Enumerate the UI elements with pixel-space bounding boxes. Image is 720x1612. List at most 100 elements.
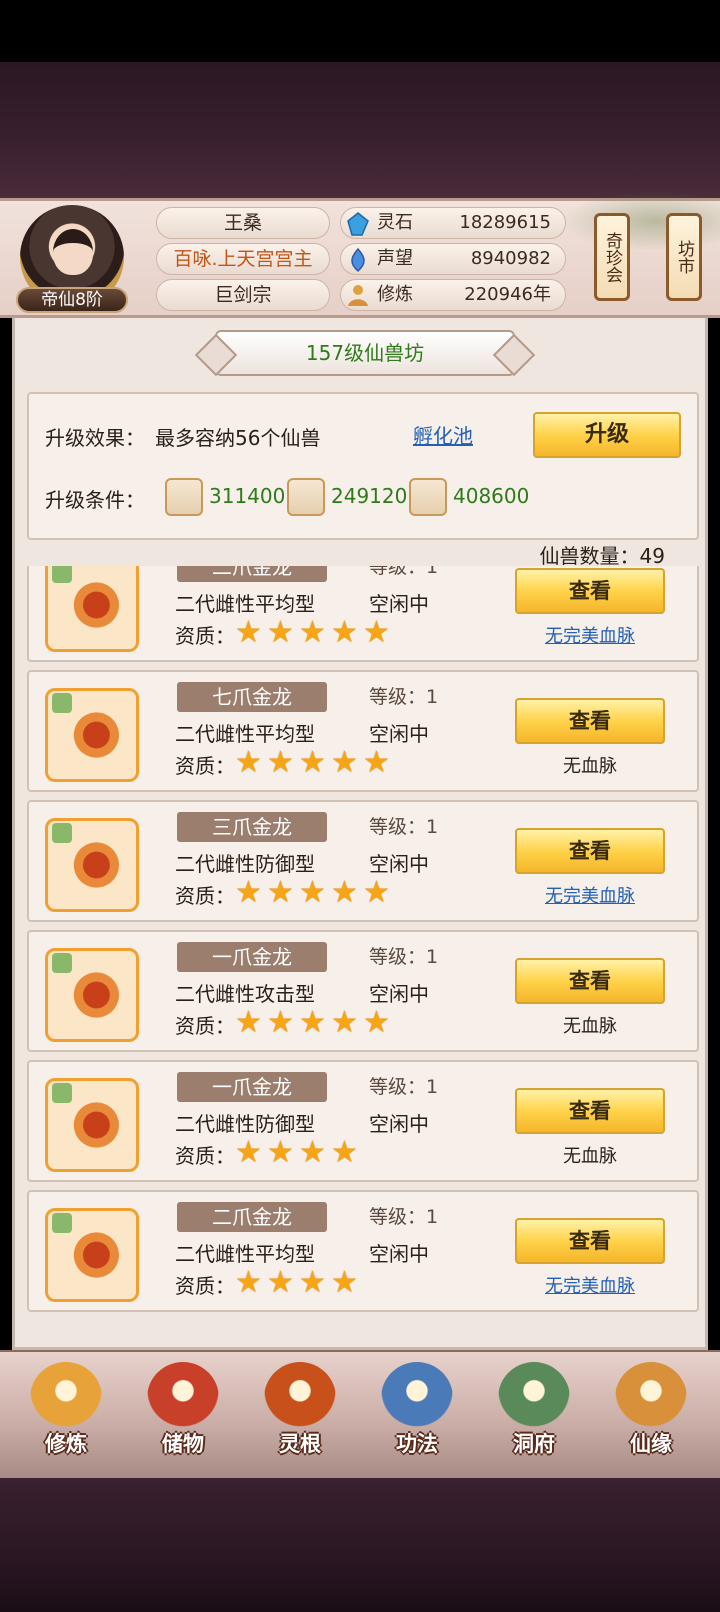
- market-button[interactable]: 坊市: [666, 213, 702, 301]
- dragon-icon[interactable]: [45, 818, 139, 912]
- beast-status: 空闲中: [369, 852, 429, 876]
- beast-status: 空闲中: [369, 722, 429, 746]
- player-header: 帝仙8阶 王桑 百咏.上天宫宫主 巨剑宗 灵石 18289615 声望 8940…: [0, 191, 720, 318]
- rank-badge: 帝仙8阶: [16, 287, 128, 313]
- view-button[interactable]: 查看: [515, 698, 665, 744]
- avatar[interactable]: 帝仙8阶: [16, 205, 128, 317]
- nav-item-2[interactable]: 灵根: [250, 1362, 350, 1472]
- beast-status: 空闲中: [369, 1242, 429, 1266]
- dragon-icon[interactable]: [45, 566, 139, 652]
- dragon-icon[interactable]: [45, 1208, 139, 1302]
- star-icon: ★: [331, 875, 358, 910]
- quality-label: 资质：: [175, 624, 235, 648]
- beast-type: 二代雌性防御型: [175, 1112, 315, 1136]
- resource-cultivation: 修炼 220946年: [340, 279, 566, 311]
- player-name: 王桑: [156, 207, 330, 239]
- star-icon: ★: [235, 1005, 262, 1040]
- star-icon: ★: [363, 745, 390, 780]
- star-icon: ★: [299, 875, 326, 910]
- dragon-icon[interactable]: [45, 948, 139, 1042]
- star-icon: ★: [363, 875, 390, 910]
- reputation-icon: [351, 247, 365, 273]
- beast-level: 等级：1: [369, 1076, 439, 1098]
- upgrade-button[interactable]: 升级: [533, 412, 681, 458]
- lock-icon: [52, 823, 72, 843]
- quality-label: 资质：: [175, 1274, 235, 1298]
- beast-type: 二代雌性平均型: [175, 722, 315, 746]
- bloodline-text: 无血脉: [563, 756, 617, 777]
- view-button[interactable]: 查看: [515, 958, 665, 1004]
- view-button[interactable]: 查看: [515, 1218, 665, 1264]
- star-icon: ★: [235, 745, 262, 780]
- ore-icon: [165, 478, 203, 516]
- lock-icon: [52, 953, 72, 973]
- gourd-icon: [615, 1362, 687, 1434]
- bloodline-text[interactable]: 无完美血脉: [515, 622, 665, 648]
- beast-type: 二代雌性平均型: [175, 592, 315, 616]
- hatch-pool-link[interactable]: 孵化池: [413, 420, 473, 449]
- cost-value: 408600: [453, 484, 530, 508]
- star-icon: ★: [235, 875, 262, 910]
- spirit-root-icon: [264, 1362, 336, 1434]
- resource-value: 18289615: [459, 212, 551, 233]
- star-icon: ★: [299, 1265, 326, 1300]
- wood-icon: [287, 478, 325, 516]
- nav-label: 灵根: [279, 1432, 321, 1456]
- upgrade-section: 升级效果： 最多容纳56个仙兽 孵化池 升级 升级条件： 311400 2491…: [27, 392, 699, 540]
- beast-card: 一爪金龙 二代雌性防御型 等级：1 空闲中 资质： ★ ★ ★ ★ 查看 无血脉: [27, 1060, 699, 1182]
- monk-icon: [30, 1362, 102, 1434]
- quality-label: 资质：: [175, 754, 235, 778]
- lock-icon: [52, 566, 72, 583]
- resource-label: 灵石: [377, 212, 413, 233]
- beast-count: 仙兽数量：49: [539, 544, 665, 568]
- dragon-icon[interactable]: [45, 688, 139, 782]
- star-icon: ★: [235, 1135, 262, 1170]
- star-icon: ★: [331, 1265, 358, 1300]
- beast-level: 等级：1: [369, 686, 439, 708]
- view-button[interactable]: 查看: [515, 828, 665, 874]
- treasure-fair-button[interactable]: 奇珍会: [594, 213, 630, 301]
- beast-list[interactable]: 二爪金龙 二代雌性平均型 等级：1 空闲中 资质： ★ ★ ★ ★ ★ 查看 无完美血脉 七爪金龙 二代雌…: [27, 566, 699, 1330]
- cultivation-icon: [348, 285, 368, 306]
- status-bar: [0, 0, 720, 62]
- bloodline-text[interactable]: 无完美血脉: [515, 882, 665, 908]
- view-button[interactable]: 查看: [515, 568, 665, 614]
- bloodline-text[interactable]: 无完美血脉: [515, 1272, 665, 1298]
- beast-level: 等级：1: [369, 816, 439, 838]
- star-icon: ★: [267, 745, 294, 780]
- beast-name: 一爪金龙: [177, 942, 327, 972]
- resource-value: 220946年: [464, 284, 551, 305]
- nav-item-0[interactable]: 修炼: [16, 1362, 116, 1472]
- star-icon: ★: [299, 1135, 326, 1170]
- nav-label: 储物: [162, 1432, 204, 1456]
- star-icon: ★: [267, 1135, 294, 1170]
- star-icon: ★: [267, 1265, 294, 1300]
- player-title: 百咏.上天宫宫主: [156, 243, 330, 275]
- quality-stars: ★ ★ ★ ★ ★: [235, 748, 395, 778]
- star-icon: ★: [299, 615, 326, 650]
- nav-label: 洞府: [513, 1432, 555, 1456]
- nav-label: 功法: [396, 1432, 438, 1456]
- book-icon: [381, 1362, 453, 1434]
- nav-item-1[interactable]: 储物: [133, 1362, 233, 1472]
- avatar-portrait: [53, 229, 93, 275]
- star-icon: ★: [235, 1265, 262, 1300]
- quality-stars: ★ ★ ★ ★: [235, 1138, 363, 1168]
- effect-label: 升级效果：: [45, 426, 145, 450]
- beast-level: 等级：1: [369, 566, 439, 578]
- nav-item-3[interactable]: 功法: [367, 1362, 467, 1472]
- spirit-stone-icon: [347, 212, 369, 236]
- star-icon: ★: [331, 615, 358, 650]
- resource-spirit-stone: 灵石 18289615: [340, 207, 566, 239]
- star-icon: ★: [363, 615, 390, 650]
- bloodline-text: 无血脉: [563, 1016, 617, 1037]
- resource-label: 声望: [377, 248, 413, 269]
- beast-card: 二爪金龙 二代雌性平均型 等级：1 空闲中 资质： ★ ★ ★ ★ 查看 无完美血脉: [27, 1190, 699, 1312]
- resource-value: 8940982: [470, 248, 551, 269]
- nav-label: 修炼: [45, 1432, 87, 1456]
- dragon-icon[interactable]: [45, 1078, 139, 1172]
- cost-value: 311400: [209, 484, 286, 508]
- nav-item-5[interactable]: 仙缘: [601, 1362, 701, 1472]
- view-button[interactable]: 查看: [515, 1088, 665, 1134]
- nav-item-4[interactable]: 洞府: [484, 1362, 584, 1472]
